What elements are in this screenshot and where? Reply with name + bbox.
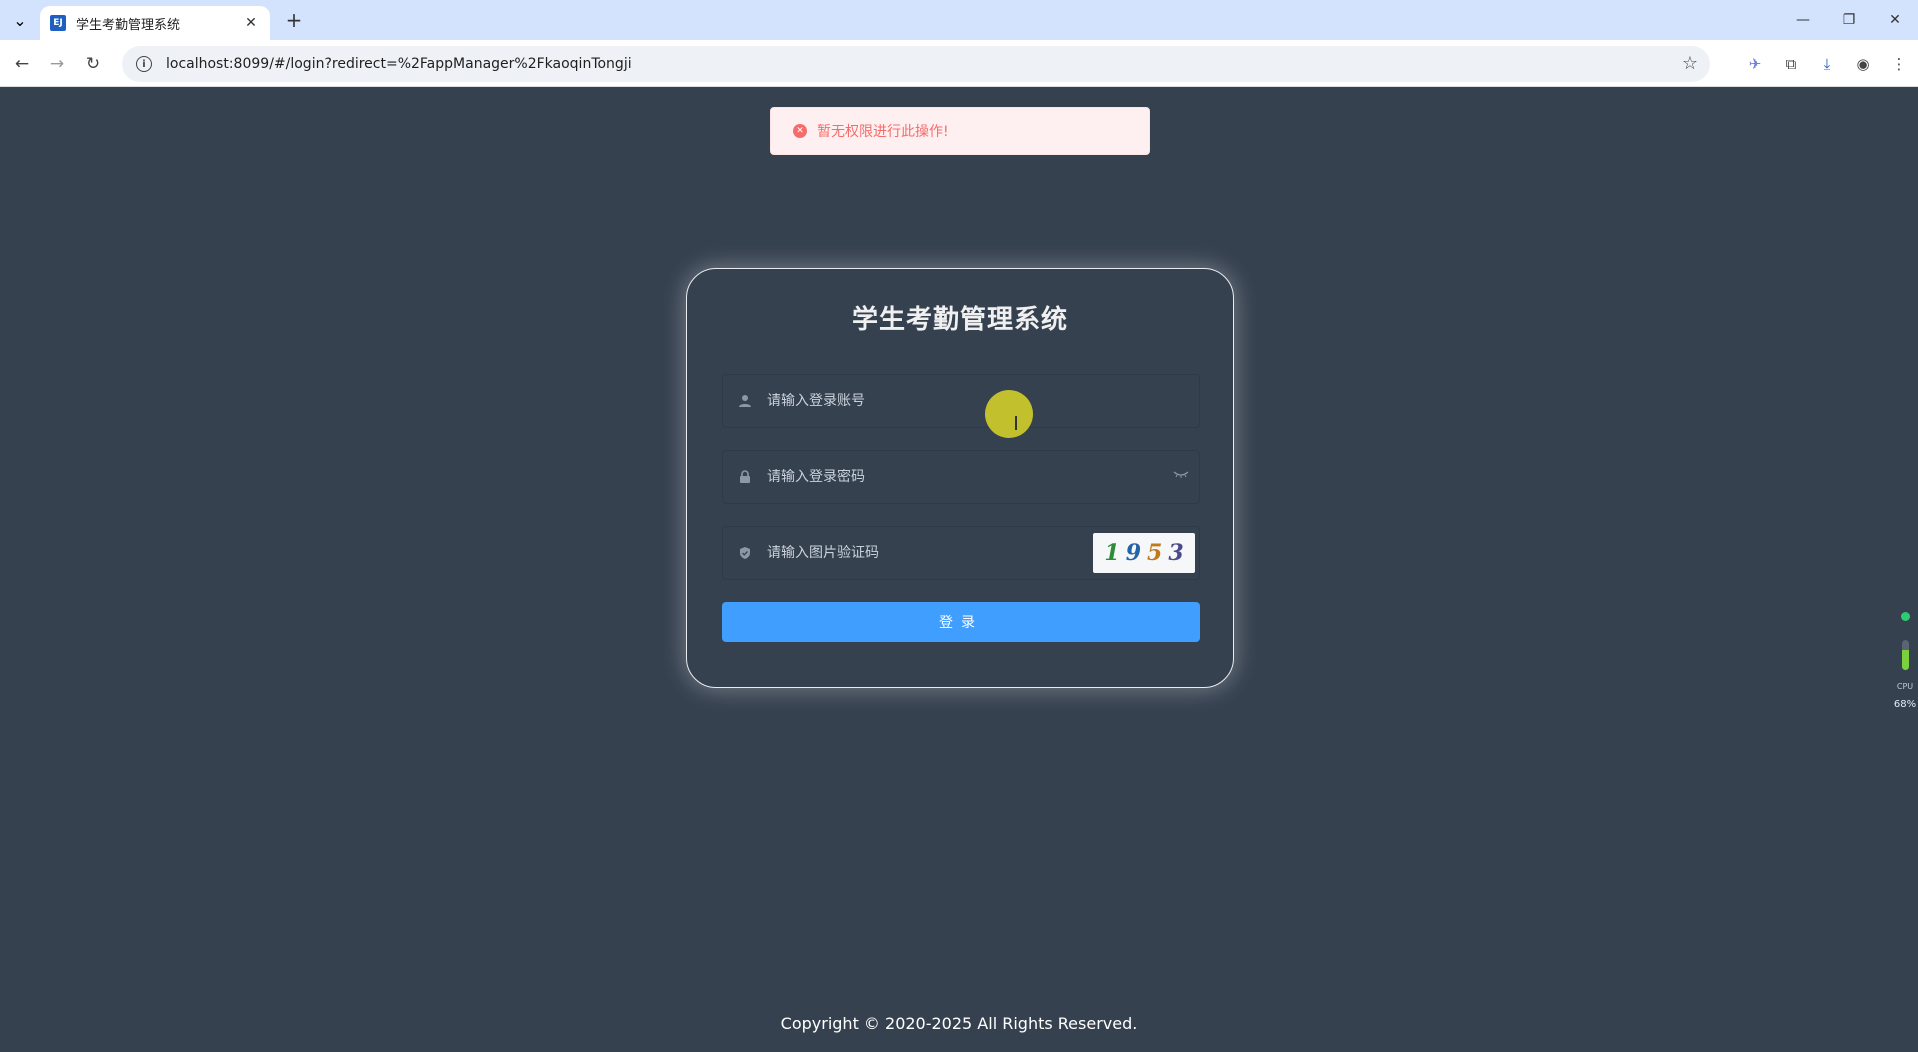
error-message: ✕ 暂无权限进行此操作!: [770, 107, 1150, 155]
cpu-bar-fill: [1902, 649, 1909, 670]
profile-icon[interactable]: ◉: [1850, 51, 1876, 77]
reload-icon[interactable]: ↻: [80, 51, 106, 77]
captcha-char: 5: [1147, 540, 1163, 566]
eye-closed-icon[interactable]: [1173, 468, 1189, 482]
minimize-icon[interactable]: —: [1780, 0, 1826, 40]
login-button[interactable]: 登录: [722, 602, 1200, 642]
extensions-puzzle-icon[interactable]: ⧉: [1778, 51, 1804, 77]
captcha-field: 1 9 5 3: [722, 526, 1200, 580]
password-field: [722, 450, 1200, 504]
window-close-icon[interactable]: ✕: [1872, 0, 1918, 40]
error-circle-icon: ✕: [793, 124, 807, 138]
password-input[interactable]: [767, 469, 1067, 485]
address-bar[interactable]: i localhost:8099/#/login?redirect=%2Fapp…: [122, 46, 1710, 82]
captcha-char: 9: [1125, 540, 1141, 566]
login-card: 学生考勤管理系统 1 9 5 3 登录: [686, 268, 1234, 688]
tab-close-icon[interactable]: ✕: [242, 14, 260, 32]
captcha-image[interactable]: 1 9 5 3: [1093, 533, 1195, 573]
error-message-text: 暂无权限进行此操作!: [817, 124, 949, 140]
toolbar-icons: ✈ ⧉ ⤓ ◉ ⋮: [1742, 51, 1912, 77]
text-cursor-icon: [1015, 416, 1017, 430]
tab-title: 学生考勤管理系统: [76, 17, 181, 33]
account-field: [722, 374, 1200, 428]
forward-arrow-icon[interactable]: →: [44, 51, 70, 77]
captcha-char: 1: [1104, 540, 1120, 566]
copyright-text: Copyright © 2020-2025 All Rights Reserve…: [780, 1014, 1138, 1033]
bookmark-star-icon[interactable]: ☆: [1682, 53, 1698, 74]
cpu-bar: [1902, 640, 1909, 670]
user-icon: [737, 393, 753, 409]
url-text: localhost:8099/#/login?redirect=%2FappMa…: [166, 56, 632, 72]
menu-dots-icon[interactable]: ⋮: [1886, 51, 1912, 77]
cpu-monitor-widget[interactable]: CPU 68%: [1892, 606, 1918, 716]
restore-icon[interactable]: ❐: [1826, 0, 1872, 40]
download-icon[interactable]: ⤓: [1814, 51, 1840, 77]
cpu-label: CPU: [1896, 682, 1914, 691]
cursor-highlight: [985, 390, 1033, 438]
window-controls: — ❐ ✕: [1780, 0, 1918, 40]
favicon-icon: EJ: [50, 15, 66, 31]
status-dot-icon: [1901, 612, 1910, 621]
site-info-icon[interactable]: i: [136, 56, 152, 72]
cpu-value: 68%: [1893, 699, 1917, 710]
lock-icon: [737, 469, 753, 485]
tab-list-chevron-icon[interactable]: ⌄: [8, 8, 32, 32]
captcha-char: 3: [1168, 540, 1184, 566]
browser-toolbar: ← → ↻ i localhost:8099/#/login?redirect=…: [0, 40, 1918, 87]
login-title: 学生考勤管理系统: [851, 305, 1068, 335]
extension-bird-icon[interactable]: ✈: [1742, 51, 1768, 77]
browser-tab[interactable]: EJ 学生考勤管理系统 ✕: [40, 6, 270, 40]
back-arrow-icon[interactable]: ←: [9, 51, 35, 77]
shield-icon: [737, 545, 753, 561]
browser-tab-bar: ⌄ EJ 学生考勤管理系统 ✕ + — ❐ ✕: [0, 0, 1918, 40]
captcha-input[interactable]: [767, 545, 1067, 561]
new-tab-plus-icon[interactable]: +: [282, 8, 306, 32]
